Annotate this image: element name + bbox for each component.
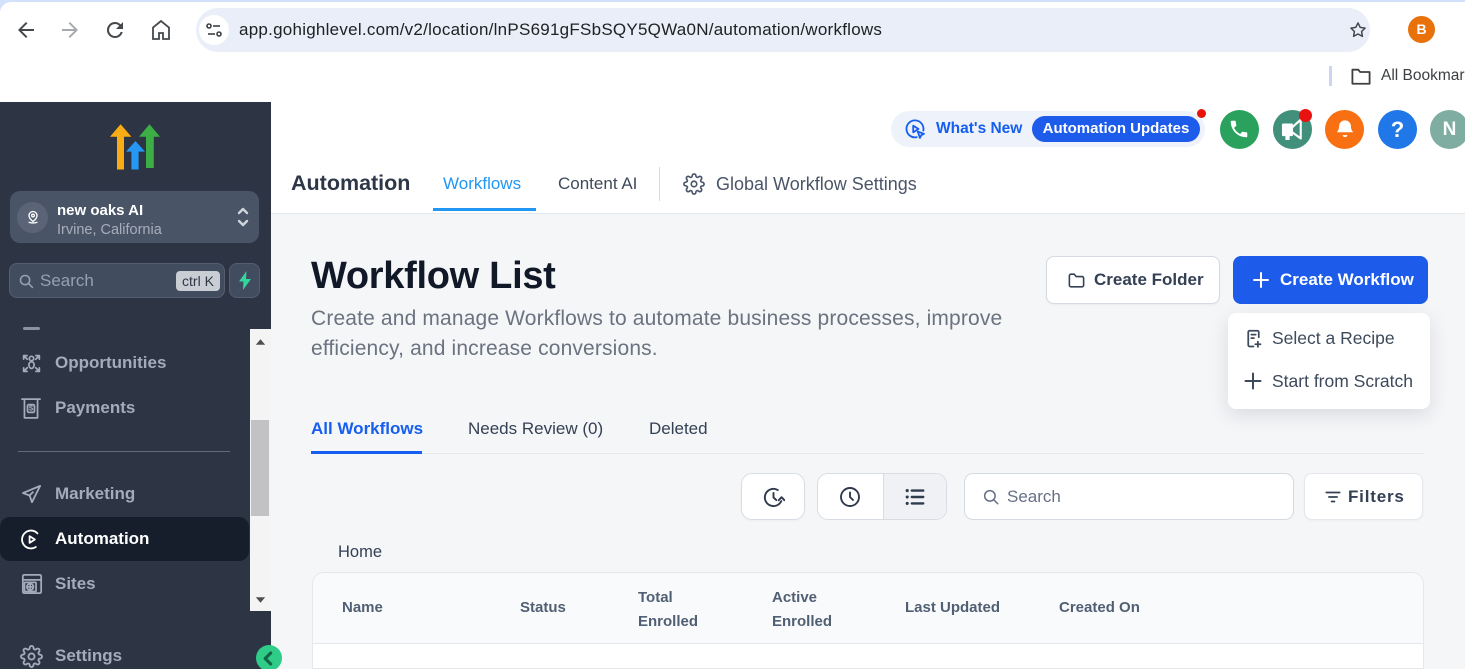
svg-text:$: $ (29, 404, 34, 413)
